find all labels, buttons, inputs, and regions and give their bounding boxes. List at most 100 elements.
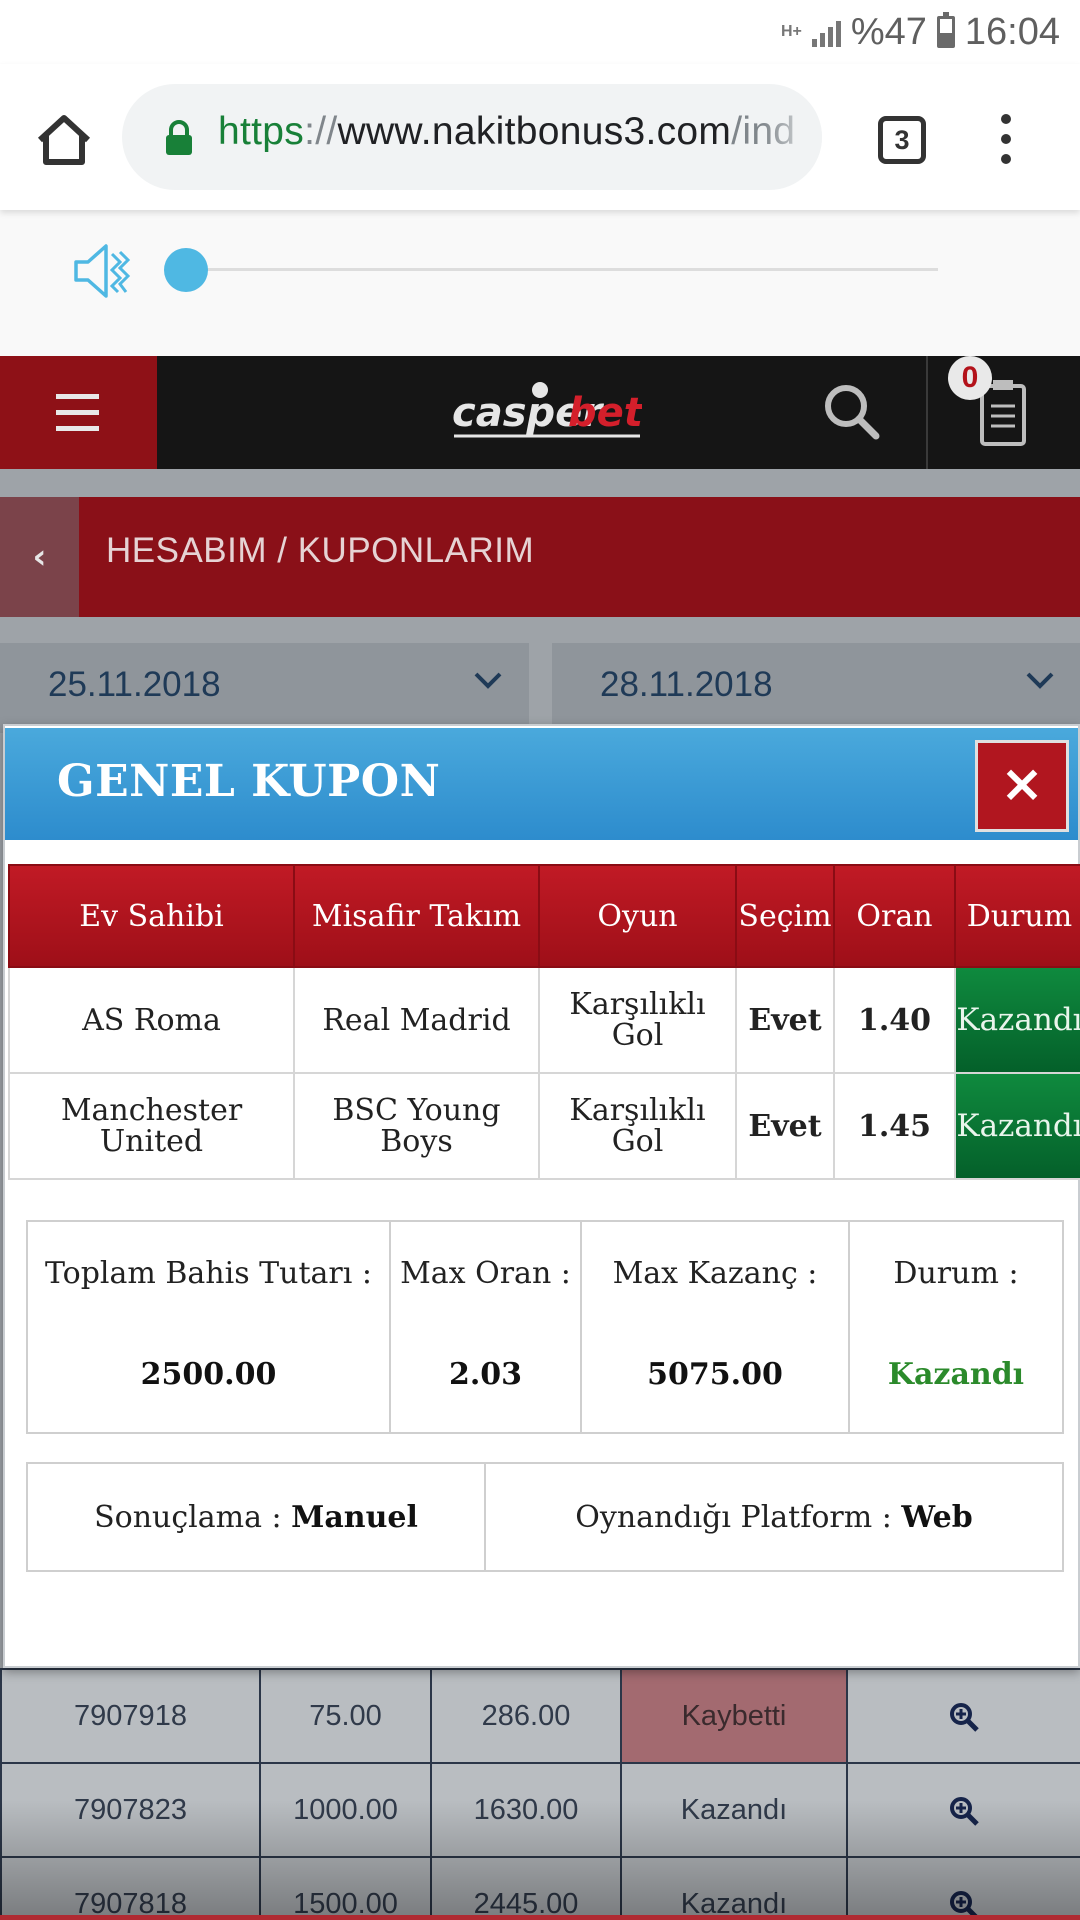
modal-title: GENEL KUPON bbox=[57, 756, 441, 807]
site-logo[interactable]: casper bet bbox=[452, 378, 642, 448]
selection: Evet bbox=[735, 1072, 835, 1180]
bet-selections-table: Ev Sahibi Misafir Takım Oyun Seçim Oran … bbox=[8, 864, 1080, 1180]
column-header: Misafir Takım bbox=[293, 864, 540, 968]
column-header: Oran bbox=[833, 864, 956, 968]
home-team: AS Roma bbox=[8, 966, 295, 1074]
coupon-summary: Toplam Bahis Tutarı : 2500.00 Max Oran :… bbox=[26, 1220, 1064, 1434]
stake-label: Toplam Bahis Tutarı : bbox=[44, 1256, 373, 1291]
status-cell: Durum : Kazandı bbox=[848, 1220, 1064, 1434]
zoom-in-icon[interactable] bbox=[948, 1701, 980, 1733]
coupon-stake: 1500.00 bbox=[259, 1856, 432, 1920]
table-row: AS Roma Real Madrid Karşılıklı Gol Evet … bbox=[8, 966, 1080, 1074]
breadcrumb: ‹ HESABIM / KUPONLARIM bbox=[0, 497, 1080, 617]
browser-toolbar: https://www.nakitbonus3.com/ind 3 bbox=[0, 64, 1080, 210]
platform-label: Oynandığı Platform : bbox=[575, 1499, 892, 1535]
max-win-label: Max Kazanç : bbox=[612, 1256, 818, 1291]
table-header-row: Ev Sahibi Misafir Takım Oyun Seçim Oran … bbox=[8, 864, 1080, 968]
volume-muted-icon[interactable] bbox=[72, 240, 134, 302]
coupon-detail-modal: GENEL KUPON × Ev Sahibi Misafir Takım Oy… bbox=[3, 724, 1080, 1668]
table-row: Manchester United BSC Young Boys Karşılı… bbox=[8, 1072, 1080, 1180]
battery-percent: %47 bbox=[850, 10, 927, 53]
stake-value: 2500.00 bbox=[140, 1357, 277, 1392]
signal-icon bbox=[811, 17, 841, 47]
audio-seek-track[interactable] bbox=[186, 268, 938, 271]
selection: Evet bbox=[735, 966, 835, 1074]
url-scheme: https bbox=[218, 110, 305, 153]
coupon-win: 286.00 bbox=[430, 1668, 622, 1764]
site-header: casper bet 0 bbox=[0, 356, 1080, 469]
coupon-stake: 75.00 bbox=[259, 1668, 432, 1764]
max-odds-value: 2.03 bbox=[448, 1357, 523, 1392]
table-row[interactable]: 7907823 1000.00 1630.00 Kazandı bbox=[0, 1762, 1080, 1858]
status-badge: Kazandı bbox=[954, 966, 1080, 1074]
column-header: Seçim bbox=[735, 864, 835, 968]
coupon-stake: 1000.00 bbox=[259, 1762, 432, 1858]
coupon-detail-cell[interactable] bbox=[846, 1668, 1080, 1764]
odds: 1.40 bbox=[833, 966, 956, 1074]
home-icon[interactable] bbox=[32, 108, 96, 172]
game-type: Karşılıklı Gol bbox=[538, 966, 737, 1074]
table-row[interactable]: 7907918 75.00 286.00 Kaybetti bbox=[0, 1668, 1080, 1764]
modal-header: GENEL KUPON × bbox=[5, 728, 1078, 840]
coupon-meta: Sonuçlama : Manuel Oynandığı Platform : … bbox=[26, 1462, 1064, 1572]
audio-seek-thumb[interactable] bbox=[164, 248, 208, 292]
battery-icon bbox=[936, 12, 955, 48]
end-date-select[interactable]: 28.11.2018 bbox=[552, 643, 1080, 733]
bet-slip-button[interactable]: 0 bbox=[926, 356, 1080, 469]
platform-cell: Oynandığı Platform : Web bbox=[484, 1462, 1064, 1572]
menu-icon[interactable] bbox=[0, 356, 157, 469]
bet-slip-count: 0 bbox=[948, 356, 992, 400]
settlement-label: Sonuçlama : bbox=[94, 1499, 282, 1535]
back-icon[interactable]: ‹ bbox=[0, 497, 79, 617]
network-type: H+ bbox=[780, 23, 802, 40]
coupon-status: Kazandı bbox=[620, 1762, 848, 1858]
coupon-list-table: 7907918 75.00 286.00 Kaybetti 7907823 10… bbox=[0, 1668, 1080, 1920]
status-label: Durum : bbox=[893, 1256, 1019, 1291]
tab-switcher-button[interactable]: 3 bbox=[878, 116, 926, 164]
coupon-win: 1630.00 bbox=[430, 1762, 622, 1858]
logo-text-b: bet bbox=[568, 390, 642, 436]
coupon-id: 7907823 bbox=[0, 1762, 261, 1858]
column-header: Ev Sahibi bbox=[8, 864, 295, 968]
away-team: Real Madrid bbox=[293, 966, 540, 1074]
column-header: Durum bbox=[954, 864, 1080, 968]
status-bar: H+ %47 16:04 bbox=[0, 0, 1080, 64]
coupon-detail-cell[interactable] bbox=[846, 1762, 1080, 1858]
url-separator: :// bbox=[304, 110, 338, 153]
start-date-value: 25.11.2018 bbox=[48, 665, 221, 704]
max-odds-cell: Max Oran : 2.03 bbox=[389, 1220, 582, 1434]
table-row[interactable]: 7907818 1500.00 2445.00 Kazandı bbox=[0, 1856, 1080, 1920]
settlement-cell: Sonuçlama : Manuel bbox=[26, 1462, 486, 1572]
max-odds-label: Max Oran : bbox=[400, 1256, 571, 1291]
breadcrumb-text: HESABIM / KUPONLARIM bbox=[106, 531, 535, 570]
game-type: Karşılıklı Gol bbox=[538, 1072, 737, 1180]
clock: 16:04 bbox=[964, 10, 1060, 53]
column-header: Oyun bbox=[538, 864, 737, 968]
odds: 1.45 bbox=[833, 1072, 956, 1180]
status-badge: Kazandı bbox=[954, 1072, 1080, 1180]
settlement-value: Manuel bbox=[291, 1499, 418, 1535]
coupon-status: Kazandı bbox=[620, 1856, 848, 1920]
lock-icon bbox=[166, 120, 192, 155]
end-date-value: 28.11.2018 bbox=[600, 665, 773, 704]
zoom-in-icon[interactable] bbox=[948, 1795, 980, 1827]
audio-player bbox=[0, 210, 1080, 356]
max-win-value: 5075.00 bbox=[647, 1357, 783, 1392]
overflow-menu-icon[interactable] bbox=[990, 114, 1022, 170]
search-icon[interactable] bbox=[820, 380, 882, 442]
coupon-status: Kaybetti bbox=[620, 1668, 848, 1764]
address-bar[interactable]: https://www.nakitbonus3.com/ind bbox=[122, 84, 822, 190]
home-team: Manchester United bbox=[8, 1072, 295, 1180]
away-team: BSC Young Boys bbox=[293, 1072, 540, 1180]
start-date-select[interactable]: 25.11.2018 bbox=[0, 643, 529, 733]
chevron-down-icon bbox=[1026, 672, 1054, 689]
max-win-cell: Max Kazanç : 5075.00 bbox=[580, 1220, 850, 1434]
status-value: Kazandı bbox=[887, 1357, 1025, 1392]
chevron-down-icon bbox=[474, 672, 502, 689]
url-text: https://www.nakitbonus3.com/ind bbox=[218, 110, 795, 154]
url-host: www.nakitbonus3.com bbox=[337, 110, 732, 153]
coupon-detail-cell[interactable] bbox=[846, 1856, 1080, 1920]
stake-cell: Toplam Bahis Tutarı : 2500.00 bbox=[26, 1220, 391, 1434]
close-button[interactable]: × bbox=[975, 740, 1069, 832]
coupon-win: 2445.00 bbox=[430, 1856, 622, 1920]
